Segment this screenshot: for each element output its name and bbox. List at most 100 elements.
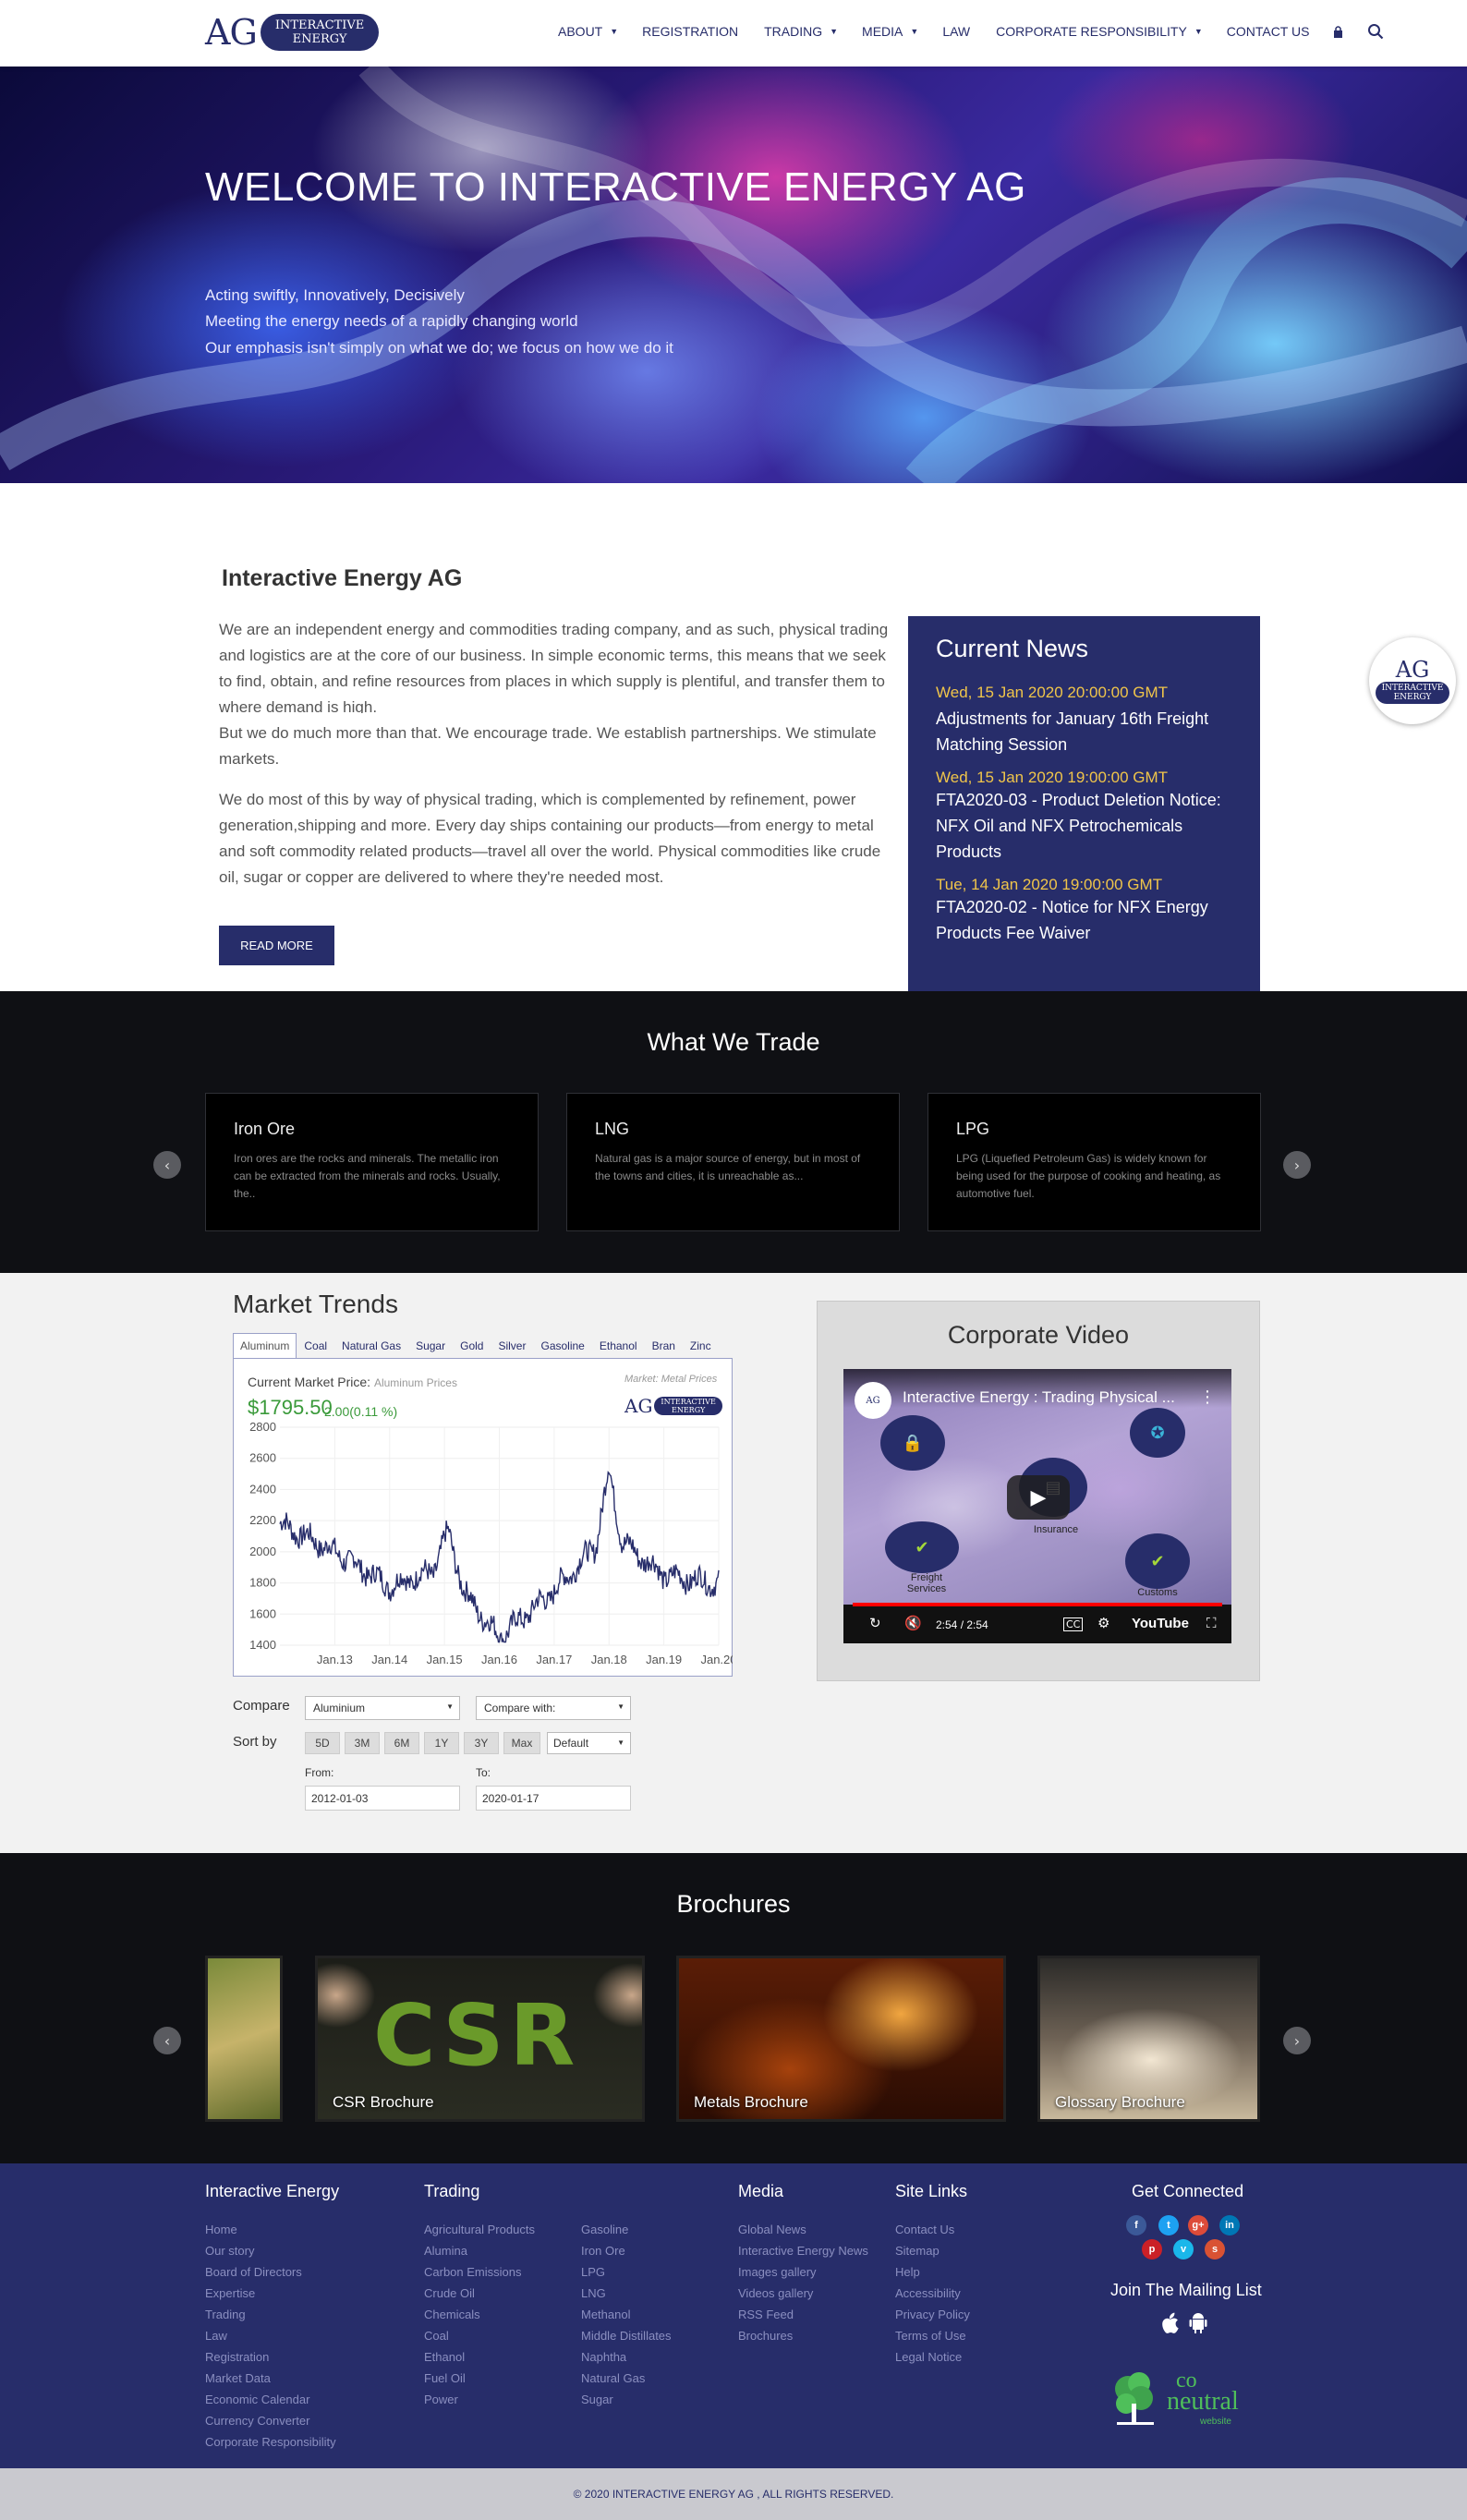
play-icon[interactable]: ▶ [1007,1475,1070,1520]
facebook-icon[interactable]: f [1126,2215,1146,2235]
google-plus-icon[interactable]: g+ [1188,2215,1208,2235]
footer-link[interactable]: Videos gallery [738,2283,868,2304]
gear-icon[interactable]: ⚙ [1097,1615,1109,1631]
footer-link[interactable]: Sugar [581,2389,672,2410]
floating-logo-badge[interactable]: AG INTERACTIVE ENERGY [1369,637,1456,724]
tab-ethanol[interactable]: Ethanol [592,1333,645,1359]
brochure-card-metals[interactable]: Metals Brochure [676,1956,1006,2122]
footer-link[interactable]: Interactive Energy News [738,2240,868,2261]
chevron-left-icon[interactable]: ‹ [153,2027,181,2054]
footer-link[interactable]: Crude Oil [424,2283,535,2304]
read-more-button[interactable]: READ MORE [219,926,334,965]
footer-link[interactable]: LNG [581,2283,672,2304]
tab-zinc[interactable]: Zinc [683,1333,719,1359]
footer-link[interactable]: LPG [581,2261,672,2283]
range-1y-button[interactable]: 1Y [424,1732,459,1754]
tab-sugar[interactable]: Sugar [408,1333,453,1359]
tab-gold[interactable]: Gold [453,1333,491,1359]
chevron-left-icon[interactable]: ‹ [153,1151,181,1179]
news-item[interactable]: Wed, 15 Jan 2020 19:00:00 GMT FTA2020-03… [936,769,1232,865]
fullscreen-icon[interactable]: ⛶ [1206,1615,1217,1631]
video-player[interactable]: 🔒 ✪ ▤ ✔ ✔ Insurance Freight Services Cus… [843,1369,1231,1643]
news-item[interactable]: Tue, 14 Jan 2020 19:00:00 GMT FTA2020-02… [936,876,1232,946]
tab-natural-gas[interactable]: Natural Gas [334,1333,408,1359]
tab-aluminum[interactable]: Aluminum [233,1333,297,1359]
footer-link[interactable]: Expertise [205,2283,336,2304]
news-item[interactable]: Wed, 15 Jan 2020 20:00:00 GMT Adjustment… [936,684,1232,757]
footer-link[interactable]: Agricultural Products [424,2219,535,2240]
co2-neutral-badge[interactable]: co neutral website [1111,2369,1255,2429]
footer-link[interactable]: Iron Ore [581,2240,672,2261]
footer-link[interactable]: RSS Feed [738,2304,868,2325]
footer-link[interactable]: Privacy Policy [895,2304,970,2325]
footer-link[interactable]: Naphtha [581,2346,672,2368]
channel-avatar[interactable]: AG [855,1382,891,1419]
from-date-input[interactable]: 2012-01-03 [305,1786,460,1811]
footer-link[interactable]: Gasoline [581,2219,672,2240]
footer-link[interactable]: Images gallery [738,2261,868,2283]
android-icon[interactable] [1189,2312,1207,2334]
footer-link[interactable]: Coal [424,2325,535,2346]
brochure-card-csr[interactable]: CSR CSR Brochure [315,1956,645,2122]
footer-link[interactable]: Fuel Oil [424,2368,535,2389]
footer-link[interactable]: Sitemap [895,2240,970,2261]
footer-link[interactable]: Natural Gas [581,2368,672,2389]
chevron-right-icon[interactable]: › [1283,2027,1311,2054]
range-6m-button[interactable]: 6M [384,1732,419,1754]
trade-card-iron-ore[interactable]: Iron Ore Iron ores are the rocks and min… [205,1093,539,1231]
footer-link[interactable]: Help [895,2261,970,2283]
footer-link[interactable]: Currency Converter [205,2410,336,2431]
range-5d-button[interactable]: 5D [305,1732,340,1754]
youtube-logo[interactable]: YouTube [1132,1616,1189,1631]
footer-link[interactable]: Home [205,2219,336,2240]
tab-bran[interactable]: Bran [645,1333,683,1359]
footer-link[interactable]: Legal Notice [895,2346,970,2368]
captions-icon[interactable]: CC [1063,1617,1084,1631]
nav-law[interactable]: LAW [942,24,970,39]
twitter-icon[interactable]: t [1158,2215,1179,2235]
to-date-input[interactable]: 2020-01-17 [476,1786,631,1811]
footer-link[interactable]: Carbon Emissions [424,2261,535,2283]
footer-link[interactable]: Power [424,2389,535,2410]
range-3y-button[interactable]: 3Y [464,1732,499,1754]
trade-card-lpg[interactable]: LPG LPG (Liquefied Petroleum Gas) is wid… [927,1093,1261,1231]
tab-silver[interactable]: Silver [491,1333,533,1359]
footer-link[interactable]: Law [205,2325,336,2346]
lock-icon[interactable] [1333,25,1343,38]
search-icon[interactable] [1367,23,1384,40]
footer-link[interactable]: Contact Us [895,2219,970,2240]
footer-link[interactable]: Accessibility [895,2283,970,2304]
apple-icon[interactable] [1160,2312,1179,2334]
nav-about[interactable]: ABOUT ▼ [558,24,618,39]
more-vert-icon[interactable]: ⋮ [1199,1387,1216,1407]
footer-link[interactable]: Trading [205,2304,336,2325]
footer-link[interactable]: Alumina [424,2240,535,2261]
mute-icon[interactable]: 🔇 [904,1615,922,1631]
video-progress-bar[interactable] [853,1603,1222,1606]
tab-coal[interactable]: Coal [297,1333,334,1359]
nav-registration[interactable]: REGISTRATION [642,24,738,39]
footer-link[interactable]: Our story [205,2240,336,2261]
tab-gasoline[interactable]: Gasoline [533,1333,591,1359]
compare-with-select[interactable]: Compare with: ▼ [476,1696,631,1720]
pinterest-icon[interactable]: p [1142,2239,1162,2260]
footer-link[interactable]: Chemicals [424,2304,535,2325]
range-max-button[interactable]: Max [503,1732,540,1754]
replay-icon[interactable]: ↻ [869,1615,881,1631]
footer-link[interactable]: Corporate Responsibility [205,2431,336,2453]
footer-link[interactable]: Brochures [738,2325,868,2346]
price-line-chart[interactable]: 1400 1600 1800 2000 2200 2400 2600 2800 Jan.13 Ja… [234,1418,733,1676]
vimeo-icon[interactable]: v [1173,2239,1194,2260]
footer-link[interactable]: Economic Calendar [205,2389,336,2410]
range-3m-button[interactable]: 3M [345,1732,380,1754]
footer-link[interactable]: Global News [738,2219,868,2240]
video-title[interactable]: Interactive Energy : Trading Physical ..… [903,1388,1175,1407]
nav-corporate-responsibility[interactable]: CORPORATE RESPONSIBILITY ▼ [996,24,1203,39]
compare-select[interactable]: Aluminium ▼ [305,1696,460,1720]
linkedin-icon[interactable]: in [1219,2215,1240,2235]
stumbleupon-icon[interactable]: s [1205,2239,1225,2260]
brochure-card-glossary[interactable]: Glossary Brochure [1037,1956,1260,2122]
footer-link[interactable]: Market Data [205,2368,336,2389]
sort-select[interactable]: Default ▼ [547,1732,631,1754]
brochure-card-partial[interactable] [205,1956,283,2122]
